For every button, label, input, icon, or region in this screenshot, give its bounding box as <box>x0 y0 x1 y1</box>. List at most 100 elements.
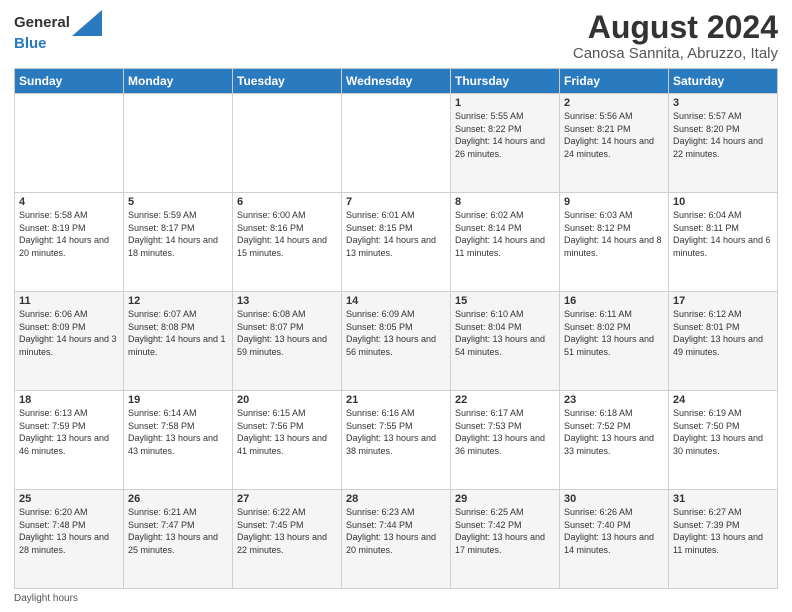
day-header-friday: Friday <box>560 69 669 94</box>
calendar-cell: 9Sunrise: 6:03 AM Sunset: 8:12 PM Daylig… <box>560 193 669 292</box>
day-info: Sunrise: 6:18 AM Sunset: 7:52 PM Dayligh… <box>564 407 664 457</box>
day-number: 7 <box>346 196 446 208</box>
day-number: 11 <box>19 295 119 307</box>
day-number: 22 <box>455 394 555 406</box>
day-number: 16 <box>564 295 664 307</box>
page: General Blue August 2024 Canosa Sannita,… <box>0 0 792 612</box>
day-number: 19 <box>128 394 228 406</box>
day-info: Sunrise: 6:03 AM Sunset: 8:12 PM Dayligh… <box>564 209 664 259</box>
calendar-cell: 24Sunrise: 6:19 AM Sunset: 7:50 PM Dayli… <box>669 391 778 490</box>
day-number: 3 <box>673 97 773 109</box>
day-number: 15 <box>455 295 555 307</box>
day-number: 29 <box>455 493 555 505</box>
calendar-cell: 27Sunrise: 6:22 AM Sunset: 7:45 PM Dayli… <box>233 490 342 589</box>
day-info: Sunrise: 6:26 AM Sunset: 7:40 PM Dayligh… <box>564 506 664 556</box>
day-info: Sunrise: 6:19 AM Sunset: 7:50 PM Dayligh… <box>673 407 773 457</box>
day-number: 12 <box>128 295 228 307</box>
day-info: Sunrise: 6:02 AM Sunset: 8:14 PM Dayligh… <box>455 209 555 259</box>
day-info: Sunrise: 6:12 AM Sunset: 8:01 PM Dayligh… <box>673 308 773 358</box>
day-info: Sunrise: 5:57 AM Sunset: 8:20 PM Dayligh… <box>673 110 773 160</box>
calendar-cell: 26Sunrise: 6:21 AM Sunset: 7:47 PM Dayli… <box>124 490 233 589</box>
calendar-cell: 7Sunrise: 6:01 AM Sunset: 8:15 PM Daylig… <box>342 193 451 292</box>
calendar-cell: 17Sunrise: 6:12 AM Sunset: 8:01 PM Dayli… <box>669 292 778 391</box>
calendar-cell: 30Sunrise: 6:26 AM Sunset: 7:40 PM Dayli… <box>560 490 669 589</box>
day-number: 30 <box>564 493 664 505</box>
day-info: Sunrise: 5:58 AM Sunset: 8:19 PM Dayligh… <box>19 209 119 259</box>
header-row: SundayMondayTuesdayWednesdayThursdayFrid… <box>15 69 778 94</box>
day-number: 5 <box>128 196 228 208</box>
week-row-0: 1Sunrise: 5:55 AM Sunset: 8:22 PM Daylig… <box>15 94 778 193</box>
subtitle: Canosa Sannita, Abruzzo, Italy <box>573 45 778 62</box>
calendar-cell: 4Sunrise: 5:58 AM Sunset: 8:19 PM Daylig… <box>15 193 124 292</box>
calendar-cell: 10Sunrise: 6:04 AM Sunset: 8:11 PM Dayli… <box>669 193 778 292</box>
logo: General Blue <box>14 10 102 53</box>
day-number: 23 <box>564 394 664 406</box>
day-number: 25 <box>19 493 119 505</box>
title-block: August 2024 Canosa Sannita, Abruzzo, Ita… <box>573 10 778 62</box>
day-number: 14 <box>346 295 446 307</box>
calendar-cell: 29Sunrise: 6:25 AM Sunset: 7:42 PM Dayli… <box>451 490 560 589</box>
calendar-cell: 22Sunrise: 6:17 AM Sunset: 7:53 PM Dayli… <box>451 391 560 490</box>
day-info: Sunrise: 6:27 AM Sunset: 7:39 PM Dayligh… <box>673 506 773 556</box>
day-info: Sunrise: 5:55 AM Sunset: 8:22 PM Dayligh… <box>455 110 555 160</box>
calendar-cell: 31Sunrise: 6:27 AM Sunset: 7:39 PM Dayli… <box>669 490 778 589</box>
week-row-3: 18Sunrise: 6:13 AM Sunset: 7:59 PM Dayli… <box>15 391 778 490</box>
day-info: Sunrise: 5:59 AM Sunset: 8:17 PM Dayligh… <box>128 209 228 259</box>
calendar-cell: 3Sunrise: 5:57 AM Sunset: 8:20 PM Daylig… <box>669 94 778 193</box>
day-header-sunday: Sunday <box>15 69 124 94</box>
day-info: Sunrise: 6:11 AM Sunset: 8:02 PM Dayligh… <box>564 308 664 358</box>
day-info: Sunrise: 6:01 AM Sunset: 8:15 PM Dayligh… <box>346 209 446 259</box>
day-number: 31 <box>673 493 773 505</box>
calendar-cell: 12Sunrise: 6:07 AM Sunset: 8:08 PM Dayli… <box>124 292 233 391</box>
calendar-cell: 1Sunrise: 5:55 AM Sunset: 8:22 PM Daylig… <box>451 94 560 193</box>
day-info: Sunrise: 6:09 AM Sunset: 8:05 PM Dayligh… <box>346 308 446 358</box>
day-number: 1 <box>455 97 555 109</box>
calendar-cell <box>342 94 451 193</box>
calendar-cell: 15Sunrise: 6:10 AM Sunset: 8:04 PM Dayli… <box>451 292 560 391</box>
logo-icon <box>72 10 102 36</box>
calendar-cell <box>233 94 342 193</box>
week-row-1: 4Sunrise: 5:58 AM Sunset: 8:19 PM Daylig… <box>15 193 778 292</box>
week-row-2: 11Sunrise: 6:06 AM Sunset: 8:09 PM Dayli… <box>15 292 778 391</box>
logo-text-blue: Blue <box>14 36 102 53</box>
day-info: Sunrise: 6:15 AM Sunset: 7:56 PM Dayligh… <box>237 407 337 457</box>
calendar-cell: 28Sunrise: 6:23 AM Sunset: 7:44 PM Dayli… <box>342 490 451 589</box>
calendar-cell <box>15 94 124 193</box>
day-info: Sunrise: 6:13 AM Sunset: 7:59 PM Dayligh… <box>19 407 119 457</box>
day-info: Sunrise: 6:10 AM Sunset: 8:04 PM Dayligh… <box>455 308 555 358</box>
day-number: 10 <box>673 196 773 208</box>
calendar-cell: 21Sunrise: 6:16 AM Sunset: 7:55 PM Dayli… <box>342 391 451 490</box>
day-number: 9 <box>564 196 664 208</box>
calendar-cell: 5Sunrise: 5:59 AM Sunset: 8:17 PM Daylig… <box>124 193 233 292</box>
day-number: 28 <box>346 493 446 505</box>
day-number: 17 <box>673 295 773 307</box>
day-number: 24 <box>673 394 773 406</box>
calendar-cell <box>124 94 233 193</box>
day-number: 6 <box>237 196 337 208</box>
day-header-wednesday: Wednesday <box>342 69 451 94</box>
day-info: Sunrise: 6:21 AM Sunset: 7:47 PM Dayligh… <box>128 506 228 556</box>
day-info: Sunrise: 6:20 AM Sunset: 7:48 PM Dayligh… <box>19 506 119 556</box>
calendar-cell: 8Sunrise: 6:02 AM Sunset: 8:14 PM Daylig… <box>451 193 560 292</box>
day-info: Sunrise: 6:07 AM Sunset: 8:08 PM Dayligh… <box>128 308 228 358</box>
calendar-cell: 2Sunrise: 5:56 AM Sunset: 8:21 PM Daylig… <box>560 94 669 193</box>
day-info: Sunrise: 6:14 AM Sunset: 7:58 PM Dayligh… <box>128 407 228 457</box>
day-number: 20 <box>237 394 337 406</box>
day-info: Sunrise: 6:25 AM Sunset: 7:42 PM Dayligh… <box>455 506 555 556</box>
calendar-cell: 20Sunrise: 6:15 AM Sunset: 7:56 PM Dayli… <box>233 391 342 490</box>
calendar-cell: 13Sunrise: 6:08 AM Sunset: 8:07 PM Dayli… <box>233 292 342 391</box>
week-row-4: 25Sunrise: 6:20 AM Sunset: 7:48 PM Dayli… <box>15 490 778 589</box>
day-number: 2 <box>564 97 664 109</box>
day-info: Sunrise: 6:08 AM Sunset: 8:07 PM Dayligh… <box>237 308 337 358</box>
calendar-table: SundayMondayTuesdayWednesdayThursdayFrid… <box>14 68 778 589</box>
day-info: Sunrise: 6:00 AM Sunset: 8:16 PM Dayligh… <box>237 209 337 259</box>
daylight-hours-label: Daylight hours <box>14 593 78 604</box>
day-number: 18 <box>19 394 119 406</box>
day-info: Sunrise: 6:22 AM Sunset: 7:45 PM Dayligh… <box>237 506 337 556</box>
day-info: Sunrise: 6:06 AM Sunset: 8:09 PM Dayligh… <box>19 308 119 358</box>
day-info: Sunrise: 6:04 AM Sunset: 8:11 PM Dayligh… <box>673 209 773 259</box>
day-info: Sunrise: 5:56 AM Sunset: 8:21 PM Dayligh… <box>564 110 664 160</box>
header: General Blue August 2024 Canosa Sannita,… <box>14 10 778 62</box>
calendar-cell: 16Sunrise: 6:11 AM Sunset: 8:02 PM Dayli… <box>560 292 669 391</box>
day-header-saturday: Saturday <box>669 69 778 94</box>
